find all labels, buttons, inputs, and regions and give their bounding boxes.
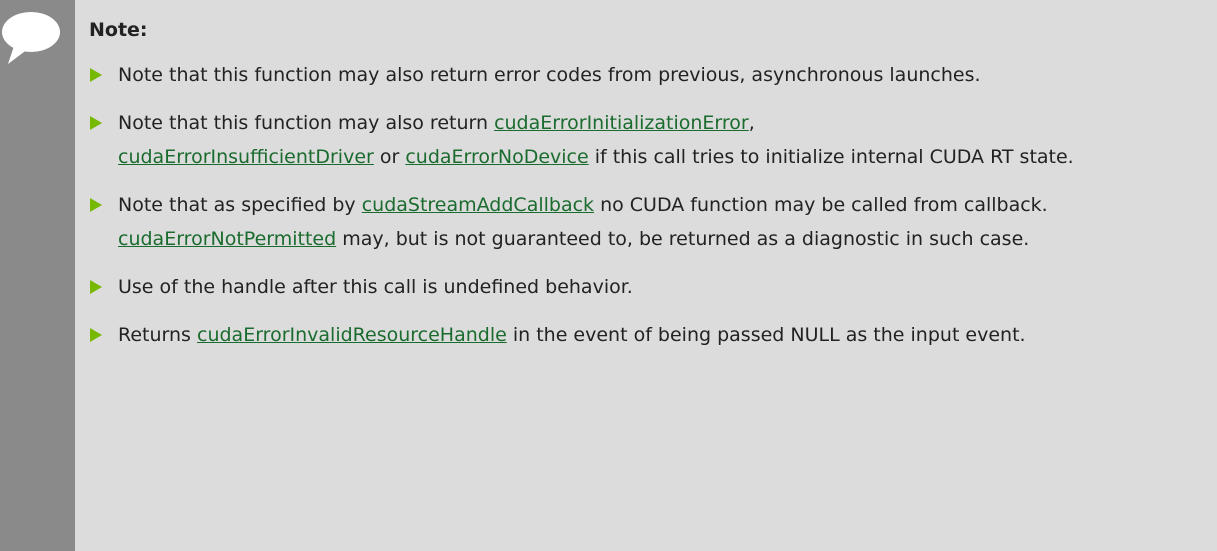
link-cudaErrorNoDevice[interactable]: cudaErrorNoDevice bbox=[405, 146, 588, 168]
note-sidebar-rail bbox=[0, 0, 75, 551]
note-item-invalid-handle: Returns cudaErrorInvalidResourceHandle i… bbox=[89, 318, 1207, 352]
link-cudaErrorNotPermitted[interactable]: cudaErrorNotPermitted bbox=[118, 228, 336, 250]
note-item-undefined-behavior: Use of the handle after this call is und… bbox=[89, 270, 1207, 304]
item-text: Note that as specified by bbox=[118, 194, 362, 216]
triangle-bullet-icon bbox=[90, 198, 102, 212]
item-text: Note that this function may also return bbox=[118, 112, 495, 134]
item-text: no CUDA function may be called from call… bbox=[594, 194, 1048, 216]
triangle-bullet-icon bbox=[90, 328, 102, 342]
item-text: Note that this function may also return … bbox=[118, 64, 981, 86]
item-text: if this call tries to initialize interna… bbox=[588, 146, 1074, 168]
note-content: Note: Note that this function may also r… bbox=[89, 16, 1207, 366]
note-list: Note that this function may also return … bbox=[89, 58, 1207, 352]
triangle-bullet-icon bbox=[90, 116, 102, 130]
link-cudaErrorInsufficientDriver[interactable]: cudaErrorInsufficientDriver bbox=[118, 146, 374, 168]
link-cudaStreamAddCallback[interactable]: cudaStreamAddCallback bbox=[362, 194, 594, 216]
link-cudaErrorInvalidResourceHandle[interactable]: cudaErrorInvalidResourceHandle bbox=[197, 324, 507, 346]
triangle-bullet-icon bbox=[90, 280, 102, 294]
speech-bubble-icon bbox=[2, 12, 60, 64]
item-text: may, but is not guaranteed to, be return… bbox=[336, 228, 1030, 250]
item-text: or bbox=[373, 146, 406, 168]
link-cudaErrorInitializationError[interactable]: cudaErrorInitializationError bbox=[494, 112, 749, 134]
item-text: in the event of being passed NULL as the… bbox=[506, 324, 1026, 346]
note-item-previous-launch-errors: Note that this function may also return … bbox=[89, 58, 1207, 92]
note-box: Note: Note that this function may also r… bbox=[0, 0, 1217, 551]
triangle-bullet-icon bbox=[90, 68, 102, 82]
item-text: , bbox=[748, 112, 755, 134]
item-text: Returns bbox=[118, 324, 197, 346]
note-item-callback-restriction: Note that as specified by cudaStreamAddC… bbox=[89, 188, 1207, 256]
note-heading: Note: bbox=[89, 19, 148, 41]
item-text: Use of the handle after this call is und… bbox=[118, 276, 633, 298]
note-item-initialization-errors: Note that this function may also return … bbox=[89, 106, 1207, 174]
